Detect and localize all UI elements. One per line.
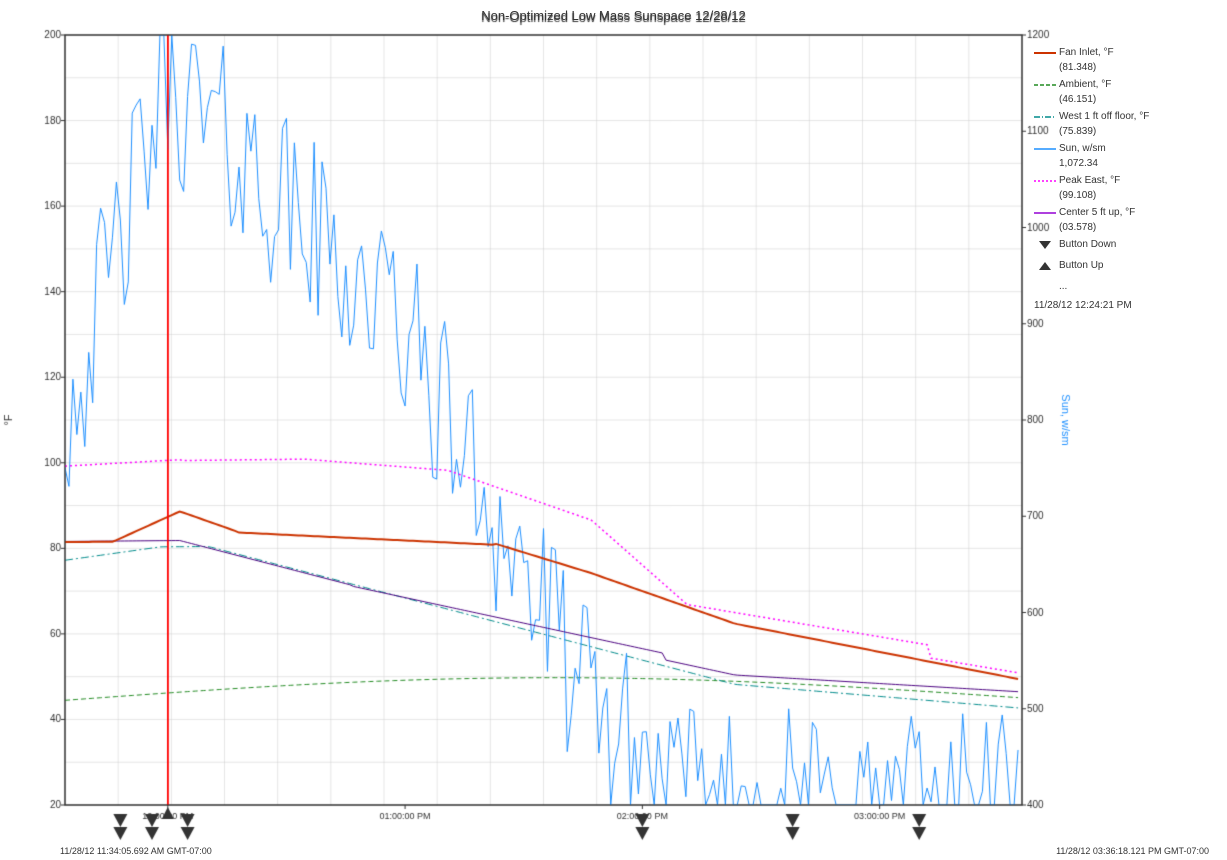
legend-item-center: Center 5 ft up, °F(03.578) <box>1034 205 1209 235</box>
legend-item-fan-inlet: Fan Inlet, °F(81.348) <box>1034 45 1209 75</box>
timestamp-bottom-left: 11/28/12 11:34:05.692 AM GMT-07:00 <box>60 846 212 856</box>
legend-item-sun: Sun, w/sm1,072.34 <box>1034 141 1209 171</box>
legend-timestamp: 11/28/12 12:24:21 PM <box>1034 298 1209 313</box>
legend-item-ellipsis: ... <box>1034 279 1209 294</box>
legend-item-ambient: Ambient, °F(46.151) <box>1034 77 1209 107</box>
chart-legend: Fan Inlet, °F(81.348) Ambient, °F(46.151… <box>1034 45 1209 313</box>
legend-item-button-up: Button Up <box>1034 258 1209 277</box>
chart-title: Non-Optimized Low Mass Sunspace 12/28/12 <box>0 8 1227 23</box>
legend-item-peak-east: Peak East, °F(99.108) <box>1034 173 1209 203</box>
timestamp-bottom-right: 11/28/12 03:36:18.121 PM GMT-07:00 <box>1056 846 1209 856</box>
chart-container: Non-Optimized Low Mass Sunspace 12/28/12… <box>0 0 1227 860</box>
legend-item-button-down: Button Down <box>1034 237 1209 256</box>
legend-item-west: West 1 ft off floor, °F(75.839) <box>1034 109 1209 139</box>
